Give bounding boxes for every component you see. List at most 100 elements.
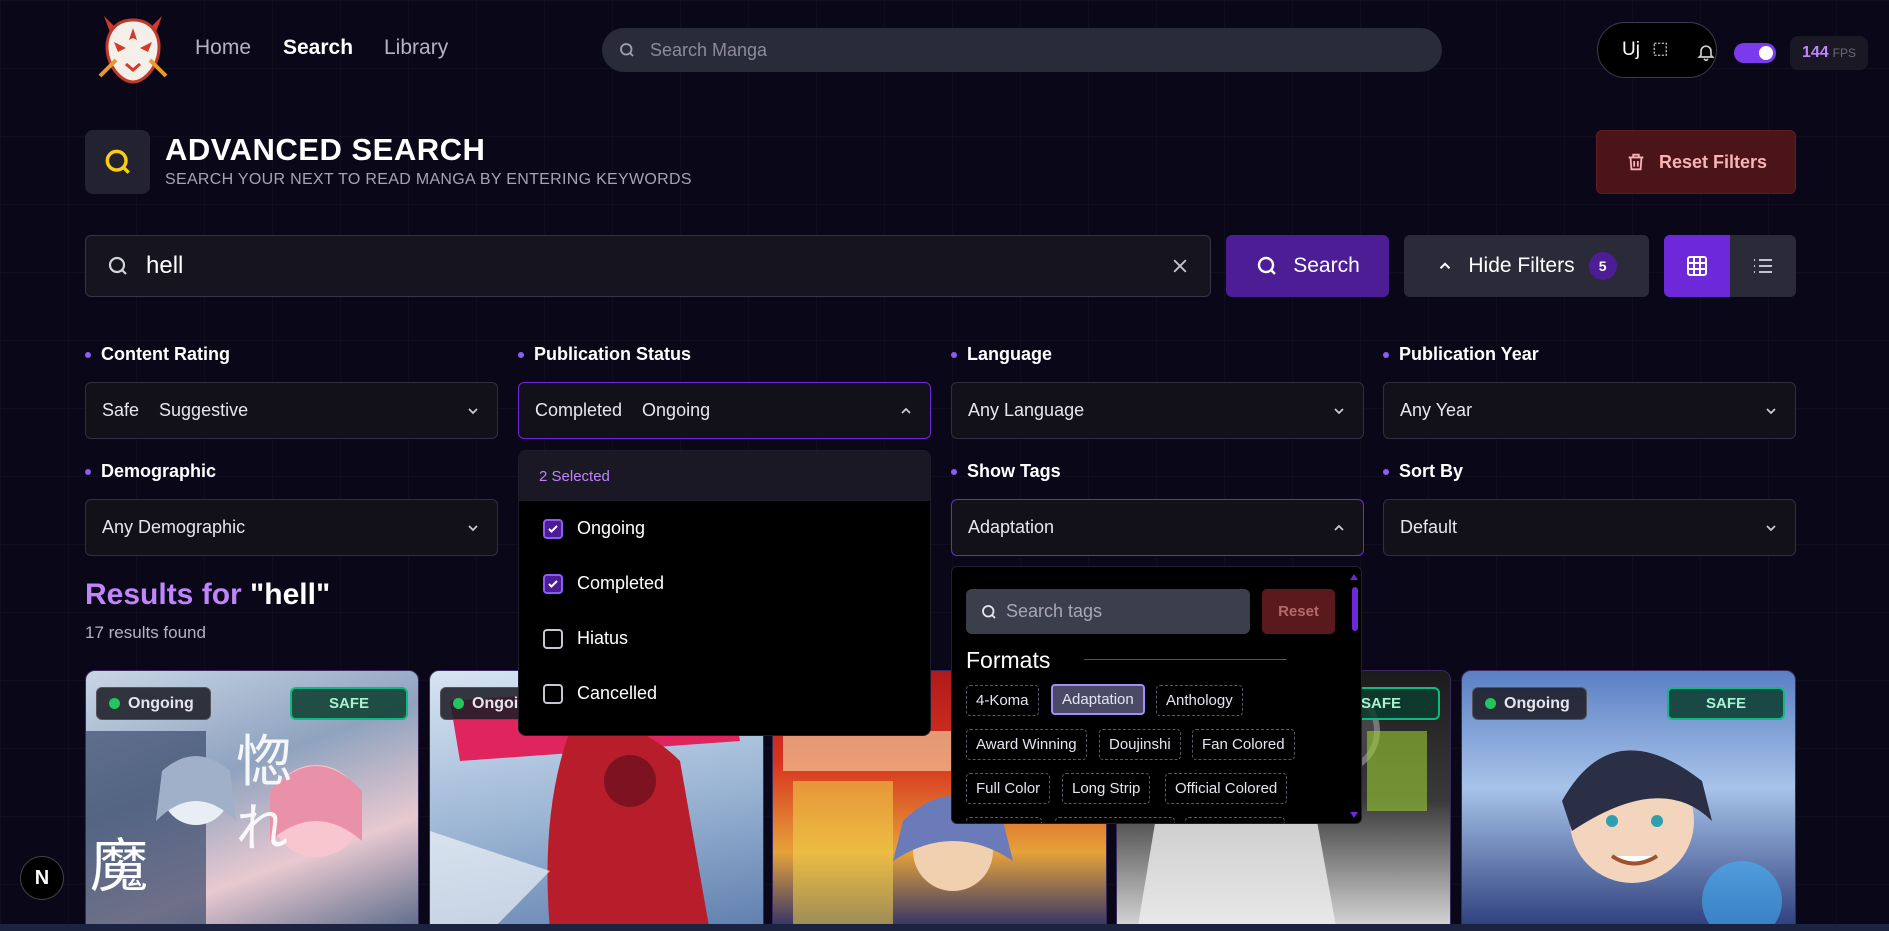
grid-view-button[interactable] xyxy=(1664,235,1730,297)
publication-status-select[interactable]: Completed Ongoing xyxy=(518,382,931,439)
checkbox-unchecked[interactable] xyxy=(543,628,563,649)
trash-icon xyxy=(1625,151,1647,173)
tag-award-winning[interactable]: Award Winning xyxy=(966,729,1087,760)
tag-long-strip[interactable]: Long Strip xyxy=(1062,773,1151,804)
formats-heading: Formats xyxy=(966,647,1051,673)
nav-library-link[interactable]: Library xyxy=(384,36,448,60)
publication-year-label: Publication Year xyxy=(1383,344,1539,365)
demographic-select[interactable]: Any Demographic xyxy=(85,499,498,556)
svg-text:れ: れ xyxy=(236,799,288,859)
checkbox-checked[interactable] xyxy=(543,518,563,539)
sort-by-value: Default xyxy=(1400,517,1458,537)
results-prefix: Results for xyxy=(85,578,242,611)
keyword-search-field[interactable]: hell xyxy=(85,235,1211,297)
clear-icon[interactable] xyxy=(1170,256,1190,276)
manga-card[interactable]: Ongoing SAFE xyxy=(1461,670,1796,931)
show-tags-select[interactable]: Adaptation xyxy=(951,499,1364,556)
tag-adaptation[interactable]: Adaptation xyxy=(1051,684,1145,715)
demographic-value: Any Demographic xyxy=(102,517,246,537)
checkbox-unchecked[interactable] xyxy=(543,683,563,704)
show-tags-label: Show Tags xyxy=(951,461,1061,482)
view-toggle[interactable] xyxy=(1664,235,1796,297)
filter-count-badge: 5 xyxy=(1588,252,1617,280)
sort-by-label: Sort By xyxy=(1383,461,1463,482)
chevron-down-icon xyxy=(1763,403,1779,419)
scroll-down-arrow-icon[interactable] xyxy=(1350,811,1358,819)
status-option-ongoing[interactable]: Ongoing xyxy=(519,501,930,556)
scroll-up-arrow-icon[interactable] xyxy=(1350,573,1358,581)
tag-full-color[interactable]: Full Color xyxy=(966,773,1051,804)
status-option-hiatus[interactable]: Hiatus xyxy=(519,611,930,666)
selection-icon[interactable] xyxy=(1652,41,1670,59)
site-logo[interactable] xyxy=(96,12,170,86)
nav-home-link[interactable]: Home xyxy=(195,36,251,60)
show-tags-value: Adaptation xyxy=(968,517,1055,537)
tag-partial[interactable] xyxy=(966,817,1042,823)
chevron-down-icon xyxy=(465,403,481,419)
page-title: ADVANCED SEARCH xyxy=(165,132,486,167)
tags-scrollbar[interactable] xyxy=(1352,587,1358,631)
chevron-up-icon xyxy=(1331,520,1347,536)
bell-icon[interactable] xyxy=(1696,41,1716,63)
reset-filters-button[interactable]: Reset Filters xyxy=(1596,130,1796,194)
tag-partial[interactable] xyxy=(1055,817,1175,823)
chevron-up-icon xyxy=(1436,257,1454,275)
tag-reset-button[interactable]: Reset xyxy=(1262,589,1335,634)
content-rating-value-safe: Safe xyxy=(102,400,140,420)
search-button[interactable]: Search xyxy=(1226,235,1389,297)
publication-status-label: Publication Status xyxy=(518,344,691,365)
demographic-label: Demographic xyxy=(85,461,216,482)
status-option-cancelled[interactable]: Cancelled xyxy=(519,666,930,721)
results-query: "hell" xyxy=(250,578,331,611)
header-search-icon xyxy=(85,130,150,194)
reset-filters-label: Reset Filters xyxy=(1658,151,1768,172)
global-search-input[interactable]: Search Manga xyxy=(602,28,1442,72)
account-initials: Uj xyxy=(1622,39,1640,60)
page-subtitle: SEARCH YOUR NEXT TO READ MANGA BY ENTERI… xyxy=(165,171,692,188)
manga-card[interactable]: 惚 れ 魔 Ongoing SAFE xyxy=(85,670,419,931)
search-icon xyxy=(106,254,130,278)
tag-fan-colored[interactable]: Fan Colored xyxy=(1192,729,1295,760)
publication-year-value: Any Year xyxy=(1400,400,1473,420)
chevron-down-icon xyxy=(1763,520,1779,536)
svg-text:惚: 惚 xyxy=(236,730,292,795)
tag-search-input[interactable]: Search tags xyxy=(966,589,1250,634)
checkbox-checked[interactable] xyxy=(543,573,563,594)
sort-by-select[interactable]: Default xyxy=(1383,499,1796,556)
publication-year-select[interactable]: Any Year xyxy=(1383,382,1796,439)
fps-value: 144 xyxy=(1801,44,1829,61)
list-view-button[interactable] xyxy=(1730,235,1796,297)
tag-4-koma[interactable]: 4-Koma xyxy=(966,685,1039,716)
language-label: Language xyxy=(951,344,1052,365)
status-option-label: Hiatus xyxy=(577,628,629,648)
search-button-label: Search xyxy=(1293,254,1360,277)
results-count: 17 results found xyxy=(85,623,206,642)
publication-status-dropdown: 2 Selected Ongoing Completed Hiatus Canc… xyxy=(518,450,931,736)
nextjs-icon[interactable]: N xyxy=(20,856,64,900)
tag-partial[interactable] xyxy=(1185,817,1285,823)
global-search-placeholder: Search Manga xyxy=(650,39,768,60)
language-value: Any Language xyxy=(968,400,1085,420)
status-option-label: Completed xyxy=(577,573,665,593)
chevron-down-icon xyxy=(1331,403,1347,419)
hide-filters-button[interactable]: Hide Filters 5 xyxy=(1404,235,1649,297)
content-rating-select[interactable]: Safe Suggestive xyxy=(85,382,498,439)
theme-toggle[interactable] xyxy=(1734,43,1776,63)
publication-status-value-ongoing: Ongoing xyxy=(642,400,711,420)
nav-search-link[interactable]: Search xyxy=(283,36,353,60)
rating-badge: SAFE xyxy=(1667,687,1785,720)
bottom-strip xyxy=(0,924,1889,931)
publication-status-value-completed: Completed xyxy=(535,400,623,420)
tag-doujinshi[interactable]: Doujinshi xyxy=(1099,729,1181,760)
language-select[interactable]: Any Language xyxy=(951,382,1364,439)
hide-filters-label: Hide Filters xyxy=(1468,254,1575,277)
rating-badge: SAFE xyxy=(290,687,408,720)
status-option-completed[interactable]: Completed xyxy=(519,556,930,611)
chevron-up-icon xyxy=(898,403,914,419)
tag-anthology[interactable]: Anthology xyxy=(1156,685,1243,716)
fps-unit: FPS xyxy=(1832,46,1857,60)
tag-official-colored[interactable]: Official Colored xyxy=(1165,773,1288,804)
keyword-search-value[interactable]: hell xyxy=(146,252,1154,280)
grid-icon xyxy=(1687,256,1707,276)
fps-counter: 144 FPS xyxy=(1790,36,1868,70)
